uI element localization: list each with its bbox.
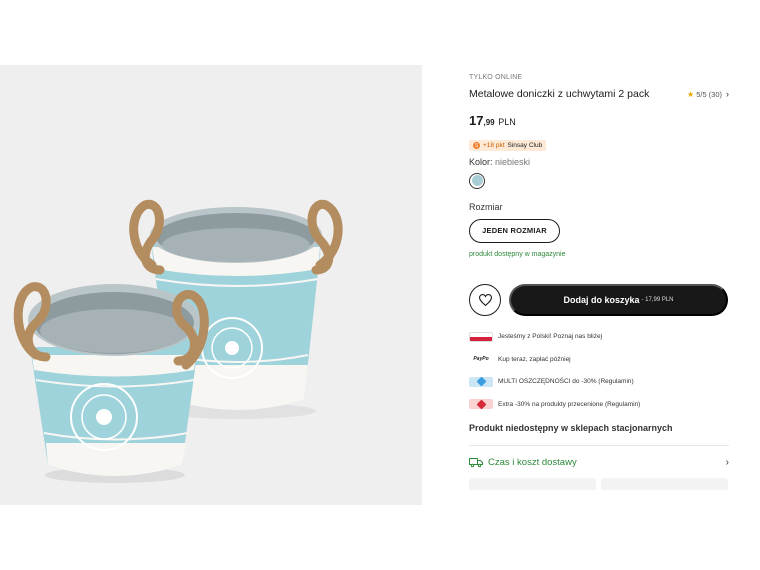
small-bucket (13, 282, 209, 483)
perk-text: MULTI OSZCZĘDNOŚCI do -30% (Regulamin) (498, 378, 634, 385)
rating-score: 5/5 (696, 89, 707, 99)
size-option-button[interactable]: JEDEN ROZMIAR (469, 218, 560, 243)
product-image[interactable] (0, 65, 422, 505)
product-photo (13, 199, 343, 483)
club-name: Sinsay Club (507, 142, 543, 149)
perk-item[interactable]: Extra -30% na produkty przecenione (Regu… (469, 398, 729, 410)
rating[interactable]: ★ 5/5 (30) › (687, 89, 729, 99)
perk-text: Jesteśmy z Polski! Poznaj nas bliżej (498, 333, 603, 340)
perk-text: Kup teraz, zapłać później (498, 355, 571, 363)
perk-item[interactable]: PayPo Kup teraz, zapłać później (469, 353, 729, 365)
rating-count: (30) (708, 89, 722, 99)
divider (469, 445, 729, 446)
chevron-right-icon: › (726, 89, 729, 99)
add-to-cart-price: - 17,99 PLN (641, 296, 674, 303)
club-icon: S (473, 142, 480, 149)
info-tiles (469, 478, 729, 490)
store-availability: Produkt niedostępny w sklepach stacjonar… (469, 423, 673, 433)
color-value: niebieski (495, 156, 531, 167)
perks-list: Jesteśmy z Polski! Poznaj nas bliżej Pay… (469, 331, 729, 411)
size-label: Rozmiar (469, 201, 503, 212)
perk-item[interactable]: MULTI OSZCZĘDNOŚCI do -30% (Regulamin) (469, 376, 729, 388)
title-row: Metalowe doniczki z uchwytami 2 pack ★ 5… (469, 88, 729, 100)
color-swatch-blue[interactable] (469, 172, 485, 189)
color-label: Kolor: (469, 156, 493, 167)
perk-item[interactable]: Jesteśmy z Polski! Poznaj nas bliżej (469, 331, 729, 343)
online-only-label: TYLKO ONLINE (469, 74, 523, 81)
club-points-badge: S +18 pkt Sinsay Club (469, 140, 547, 151)
info-tile[interactable] (469, 478, 596, 490)
swatch-fill (471, 175, 483, 186)
star-icon: ★ (687, 89, 695, 99)
red-tag-icon (469, 399, 493, 409)
price-decimal: ,99 (483, 118, 495, 127)
stock-status: produkt dostępny w magazynie (469, 250, 566, 258)
color-info: Kolor: niebieski (469, 157, 729, 167)
cta-row: Dodaj do koszyka - 17,99 PLN (469, 283, 729, 316)
price-currency: PLN (498, 117, 516, 127)
info-tile[interactable] (601, 478, 728, 490)
product-title: Metalowe doniczki z uchwytami 2 pack (469, 88, 650, 100)
delivery-left: Czas i koszt dostawy (469, 457, 577, 468)
heart-icon (478, 293, 492, 306)
truck-icon (469, 458, 483, 468)
delivery-label: Czas i koszt dostawy (488, 457, 577, 468)
club-points: +18 pkt (483, 142, 505, 149)
product-price: 17,99 PLN (469, 113, 729, 128)
delivery-row[interactable]: Czas i koszt dostawy › (469, 457, 729, 468)
perk-text: Extra -30% na produkty przecenione (Regu… (498, 400, 641, 408)
chevron-right-icon: › (725, 457, 729, 468)
add-to-cart-button[interactable]: Dodaj do koszyka - 17,99 PLN (509, 283, 728, 316)
blue-tag-icon (469, 376, 493, 387)
product-details: TYLKO ONLINE Metalowe doniczki z uchwyta… (469, 74, 729, 490)
paypo-logo-icon: PayPo (473, 356, 489, 362)
poland-flag-icon (469, 331, 493, 342)
price-integer: 17 (469, 113, 484, 128)
favorite-button[interactable] (469, 283, 501, 316)
add-to-cart-label: Dodaj do koszyka (563, 294, 640, 305)
